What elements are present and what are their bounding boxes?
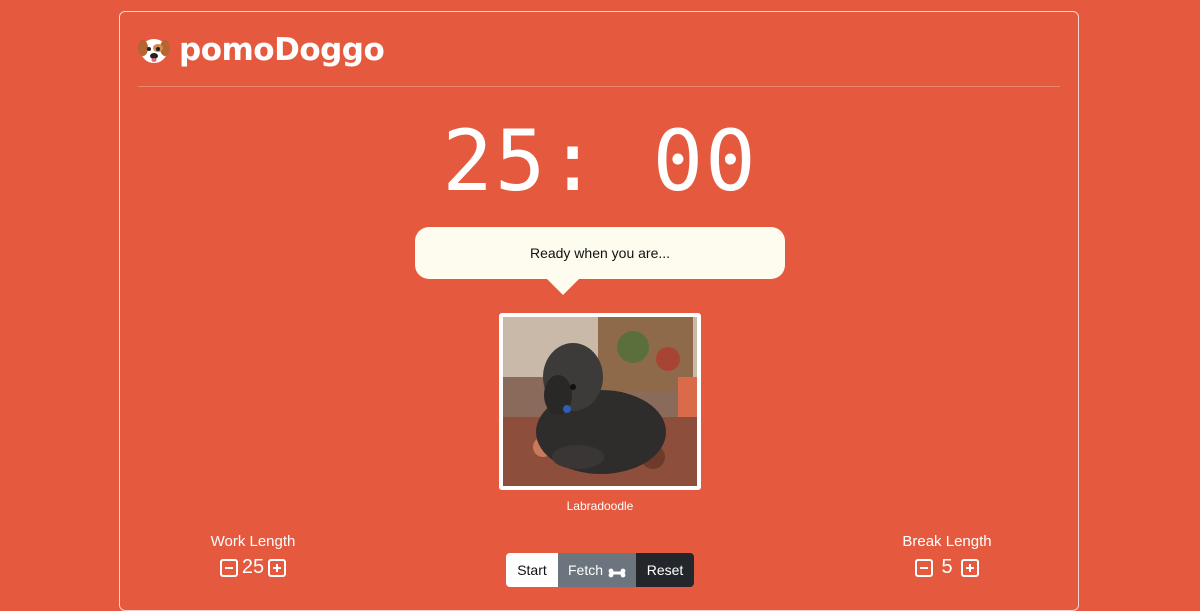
reset-button[interactable]: Reset [636,553,694,587]
fetch-label: Fetch [568,562,604,578]
work-length-label: Work Length [210,533,296,550]
app-title: pomoDoggo [179,32,385,68]
speech-bubble: Ready when you are... [415,227,785,279]
work-length-control: Work Length 25 [153,533,353,579]
dog-photo [499,313,701,490]
dog-breed-caption: Labradoodle [566,499,634,513]
main-card [119,11,1079,611]
break-length-control: Break Length 5 [847,533,1047,579]
header-divider [138,86,1060,87]
fetch-button[interactable]: Fetch [558,553,636,587]
bone-icon [608,565,626,578]
break-length-label: Break Length [902,533,992,550]
break-increment-button[interactable] [961,558,979,577]
work-increment-button[interactable] [268,558,287,577]
start-button[interactable]: Start [506,553,558,587]
dog-face-icon [137,33,171,67]
reset-label: Reset [646,562,684,578]
work-length-value: 25 [241,556,265,578]
speech-bubble-tail [547,279,579,295]
timer-display: 25: 00 [442,112,758,210]
status-message: Ready when you are... [529,245,671,261]
break-length-value: 5 [941,556,953,578]
start-label: Start [517,562,547,578]
timer-controls: Start Fetch Reset [506,553,694,587]
header: pomoDoggo [137,32,385,68]
work-decrement-button[interactable] [219,558,238,577]
break-decrement-button[interactable] [915,558,933,577]
